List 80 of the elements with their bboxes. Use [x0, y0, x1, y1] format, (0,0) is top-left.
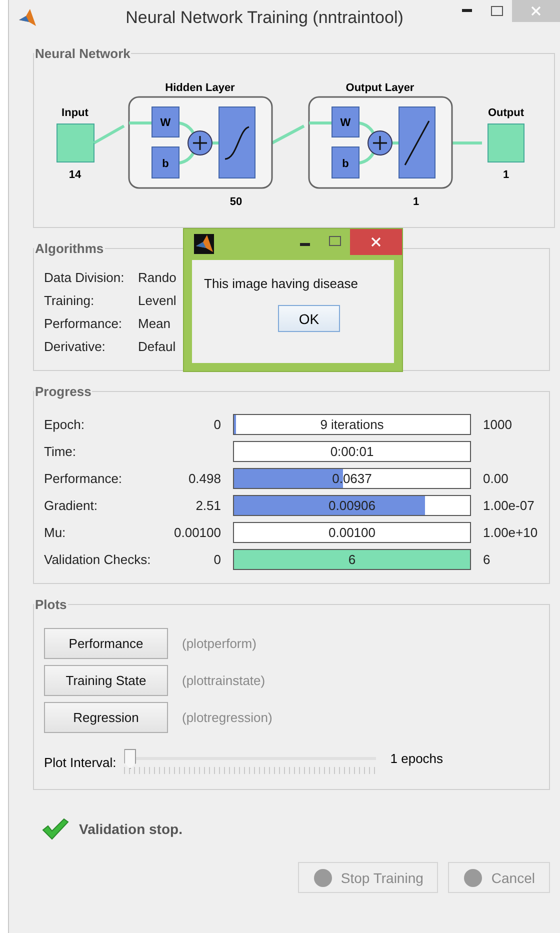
algorithm-value: Defaul [138, 339, 176, 354]
button-icon [463, 868, 484, 888]
bias-label: b [162, 158, 169, 170]
weight-label: W [340, 117, 351, 129]
progress-reading: 6 [347, 551, 357, 569]
progress-reading: 0.00906 [328, 497, 376, 515]
start-value: 0.00100 [173, 525, 221, 540]
layer-size: 1 [412, 196, 420, 208]
plot-function: (plottrainstate) [182, 673, 266, 688]
algorithm-label: Training: [44, 293, 96, 308]
progress-label: Mu: [44, 525, 67, 540]
plot-button[interactable]: Performance [44, 628, 168, 659]
input-label: Input [62, 107, 88, 119]
progress-label: Performance: [44, 471, 124, 486]
algorithm-value: Mean [138, 316, 171, 331]
end-value: 6 [483, 552, 490, 567]
progress-label: Time: [44, 444, 78, 459]
progress-reading: 9 iterations [319, 416, 385, 434]
progress-reading: 0.00100 [328, 524, 376, 542]
start-value: 0.498 [187, 471, 221, 486]
layer-title: Hidden Layer [165, 82, 235, 94]
start-value: 2.51 [194, 498, 221, 513]
sum-node-icon [368, 130, 392, 156]
close-icon [531, 6, 541, 16]
end-value: 1000 [483, 417, 512, 432]
section-title: Progress [34, 384, 92, 399]
minimize-icon [300, 243, 310, 247]
plot-function: (plotregression) [182, 710, 272, 725]
algorithm-label: Data Division: [44, 270, 126, 285]
button-icon [312, 868, 333, 888]
layer-size: 50 [230, 196, 242, 208]
progress-label: Epoch: [44, 417, 86, 432]
close-icon [371, 237, 381, 247]
input-size: 14 [68, 169, 82, 181]
algorithm-label: Derivative: [44, 339, 106, 354]
start-value: 0 [212, 552, 221, 567]
app-logo-icon [194, 234, 214, 254]
plot-button[interactable]: Regression [44, 702, 168, 733]
end-value: 0.00 [483, 471, 508, 486]
end-value: 1.00e-07 [483, 498, 534, 513]
maximize-icon [329, 236, 341, 246]
status-text: Validation stop. [79, 821, 182, 837]
bias-block [152, 146, 180, 178]
weight-label: W [160, 117, 171, 129]
section-title: Neural Network [34, 46, 132, 61]
bias-block [332, 146, 360, 178]
plot-button[interactable]: Training State [44, 665, 168, 696]
plot-function: (plotperform) [182, 636, 256, 651]
minimize-icon [462, 9, 472, 13]
weight-block [152, 106, 180, 138]
ok-button[interactable]: OK [278, 305, 340, 332]
layer-title: Output Layer [346, 82, 414, 94]
output-label: Output [488, 107, 524, 119]
window-title: Neural Network Training (nntraintool) [124, 8, 404, 28]
output-size: 1 [502, 169, 510, 181]
section-title: Algorithms [34, 241, 105, 256]
algorithm-value: Levenl [138, 293, 176, 308]
slider-thumb[interactable] [124, 749, 136, 769]
progress-label: Gradient: [44, 498, 98, 513]
end-value: 1.00e+10 [483, 525, 538, 540]
check-icon [41, 817, 69, 841]
section-title: Plots [34, 597, 68, 612]
weight-block [332, 106, 360, 138]
algorithm-value: Rando [138, 270, 176, 285]
close-button[interactable] [350, 229, 402, 255]
progress-reading: 0:00:01 [329, 443, 375, 461]
progress-label: Validation Checks: [44, 552, 152, 567]
input-node [56, 124, 94, 162]
transfer-function-icon [398, 106, 436, 178]
plot-interval-label: Plot Interval: [44, 754, 116, 770]
algorithm-label: Performance: [44, 316, 124, 331]
start-value: 0 [212, 417, 221, 432]
bias-label: b [342, 158, 349, 170]
sum-node-icon [188, 130, 212, 156]
app-logo-icon [17, 8, 37, 28]
interval-reading: 1 epochs [390, 750, 444, 766]
maximize-icon [491, 6, 503, 16]
dialog-message: This image having disease [204, 276, 358, 291]
transfer-function-icon [218, 106, 256, 178]
output-node [488, 124, 524, 162]
